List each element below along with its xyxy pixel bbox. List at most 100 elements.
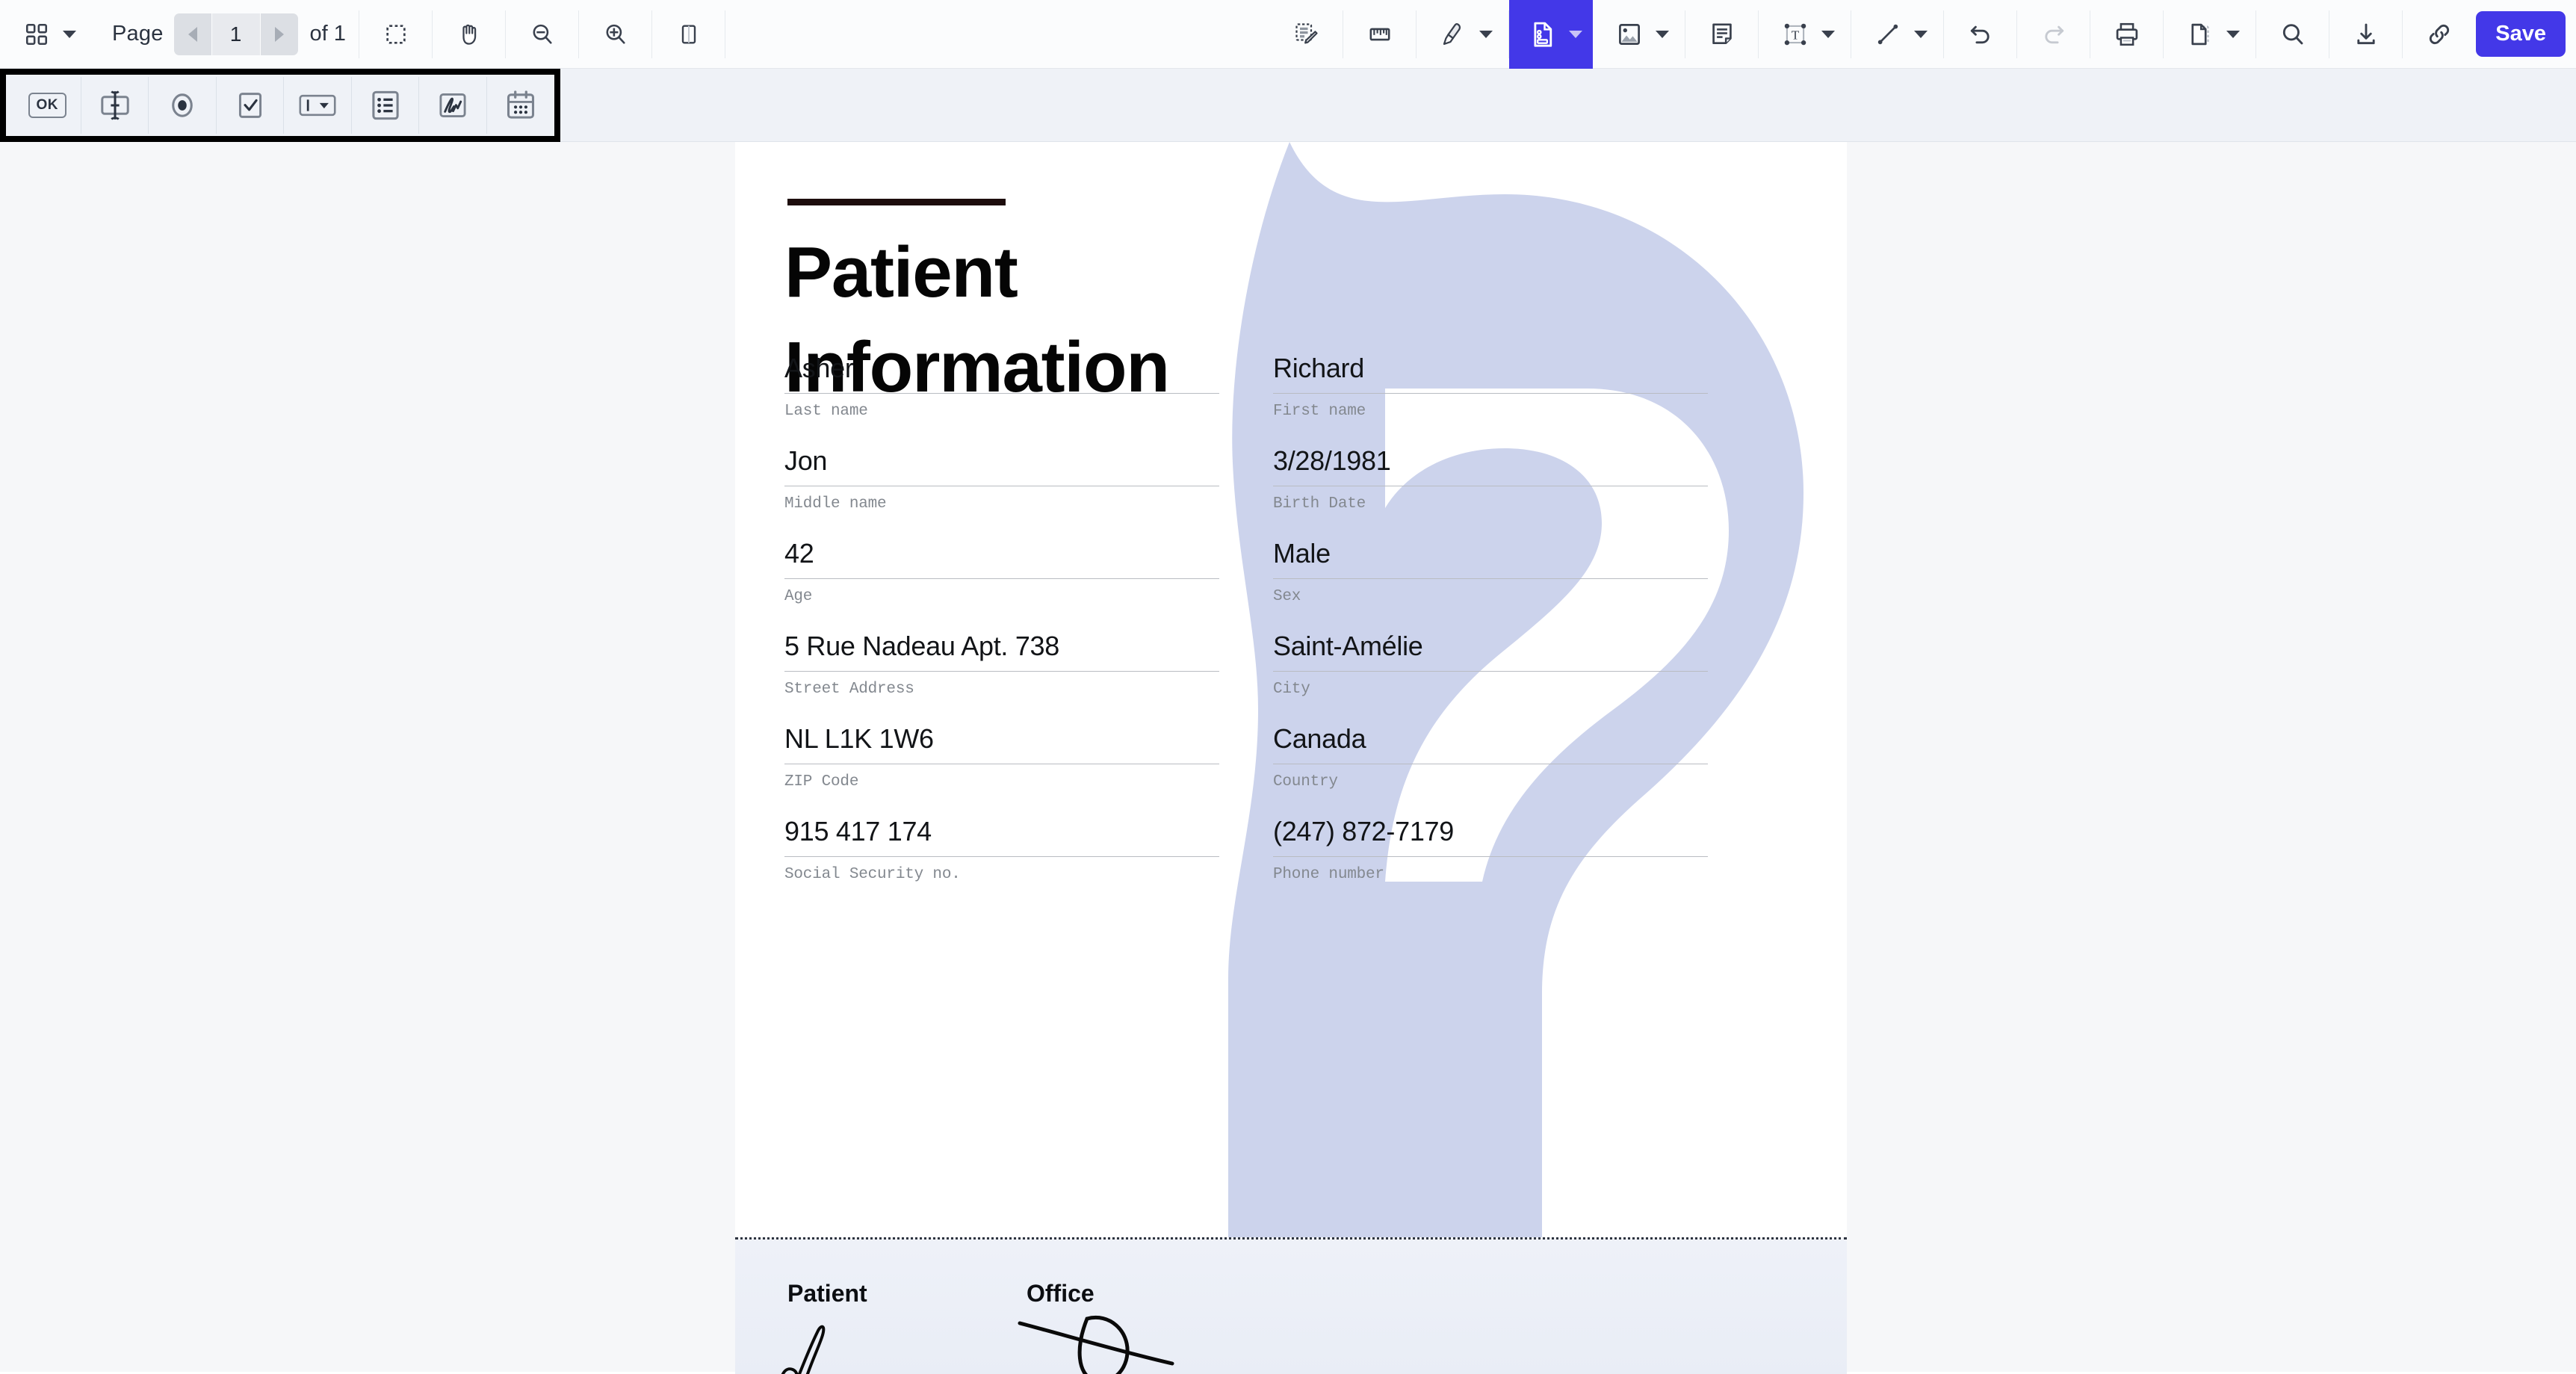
form-field-label: ZIP Code: [784, 773, 1219, 790]
image-tool-button[interactable]: [1606, 11, 1653, 58]
dropdown-icon: [298, 90, 337, 120]
form-field[interactable]: JonMiddle name: [784, 445, 1219, 513]
text-field-tool[interactable]: [81, 75, 149, 135]
office-signature-mark[interactable]: [1015, 1311, 1254, 1374]
line-caret-button[interactable]: [1911, 0, 1931, 69]
form-field[interactable]: Saint-AmélieCity: [1273, 631, 1708, 698]
date-field-tool[interactable]: [487, 75, 555, 135]
form-field-value[interactable]: Saint-Amélie: [1273, 631, 1708, 671]
annotate-tool-button[interactable]: [1284, 11, 1330, 58]
form-field-label: Sex: [1273, 588, 1708, 605]
form-field[interactable]: 3/28/1981Birth Date: [1273, 445, 1708, 513]
redo-button[interactable]: [2031, 11, 2077, 58]
radio-button-field-tool[interactable]: [149, 75, 217, 135]
zoom-out-icon: [530, 22, 555, 47]
image-caret-button[interactable]: [1653, 0, 1672, 69]
previous-page-button[interactable]: [174, 13, 211, 55]
form-field[interactable]: 42 Age: [784, 538, 1219, 605]
form-field[interactable]: AsherLast name: [784, 353, 1219, 420]
highlighter-tool-button[interactable]: [1430, 11, 1476, 58]
select-area-cell: [359, 0, 433, 69]
form-field-caret-button[interactable]: [1566, 0, 1585, 69]
page-manage-button[interactable]: [2177, 11, 2223, 58]
dropdown-field-tool[interactable]: [284, 75, 352, 135]
page-number-input[interactable]: [212, 13, 260, 55]
form-field[interactable]: Male Sex: [1273, 538, 1708, 605]
form-field-value[interactable]: Canada: [1273, 723, 1708, 764]
list-box-field-tool[interactable]: [352, 75, 420, 135]
form-field-value[interactable]: (247) 872-7179: [1273, 816, 1708, 856]
form-field-underline: [1273, 393, 1708, 394]
share-link-cell: [2403, 0, 2476, 69]
next-page-button[interactable]: [261, 13, 298, 55]
form-field-value[interactable]: Jon: [784, 445, 1219, 486]
form-field-value[interactable]: 42: [784, 538, 1219, 578]
form-field-label: Age: [784, 588, 1219, 605]
form-field-underline: [784, 856, 1219, 857]
form-field-value[interactable]: Richard: [1273, 353, 1708, 393]
redo-icon: [2040, 21, 2067, 48]
line-tool-button[interactable]: [1865, 11, 1911, 58]
measure-cell: [1343, 0, 1417, 69]
text-box-icon: T: [1782, 21, 1809, 48]
document-viewport[interactable]: Patient Information AsherLast nameRichar…: [0, 142, 2576, 1372]
download-button[interactable]: [2343, 11, 2389, 58]
form-field-value[interactable]: Male: [1273, 538, 1708, 578]
form-field[interactable]: Canada Country: [1273, 723, 1708, 790]
form-field[interactable]: 915 417 174Social Security no.: [784, 816, 1219, 883]
text-box-cell: T: [1759, 0, 1851, 69]
zoom-out-tool-button[interactable]: [519, 11, 566, 58]
form-field-value[interactable]: 915 417 174: [784, 816, 1219, 856]
document-page-2[interactable]: Patient Office: [735, 1240, 1847, 1374]
text-box-caret-button[interactable]: [1818, 0, 1838, 69]
document-page-1[interactable]: Patient Information AsherLast nameRichar…: [735, 142, 1847, 1237]
form-field-tool-button[interactable]: [1520, 11, 1566, 58]
form-field[interactable]: RichardFirst name: [1273, 353, 1708, 420]
organize-pages-icon: [2187, 21, 2214, 48]
zoom-in-cell: [579, 0, 652, 69]
redo-cell: [2017, 0, 2090, 69]
form-field-value[interactable]: Asher: [784, 353, 1219, 393]
pan-hand-tool-button[interactable]: [446, 11, 492, 58]
list-box-icon: [368, 88, 403, 123]
patient-signature-mark[interactable]: [776, 1320, 970, 1374]
push-button-field-tool[interactable]: OK: [13, 75, 81, 135]
form-field[interactable]: 5 Rue Nadeau Apt. 738Street Address: [784, 631, 1219, 698]
note-tool-button[interactable]: [1699, 11, 1745, 58]
chevron-down-icon: [1914, 31, 1928, 38]
chevron-down-icon: [2226, 31, 2240, 38]
form-field-label: Phone number: [1273, 866, 1708, 883]
calendar-icon: [504, 88, 538, 123]
form-field-underline: [1273, 856, 1708, 857]
checkbox-field-tool[interactable]: [217, 75, 285, 135]
marquee-select-icon: [383, 22, 409, 47]
thumbnails-caret-button[interactable]: [60, 0, 79, 69]
signature-field-tool[interactable]: [419, 75, 487, 135]
form-field-value[interactable]: 3/28/1981: [1273, 445, 1708, 486]
undo-button[interactable]: [1957, 11, 2004, 58]
zoom-in-tool-button[interactable]: [592, 11, 639, 58]
page-navigation: Page of 1: [93, 0, 359, 69]
highlighter-caret-button[interactable]: [1476, 0, 1496, 69]
download-icon: [2353, 21, 2380, 48]
search-button[interactable]: [2270, 11, 2316, 58]
form-field-label: Country: [1273, 773, 1708, 790]
page-nav-group: [174, 13, 298, 55]
select-area-tool-button[interactable]: [373, 11, 419, 58]
share-link-button[interactable]: [2416, 11, 2462, 58]
form-field[interactable]: (247) 872-7179 Phone number: [1273, 816, 1708, 883]
page-manage-cell: [2164, 0, 2256, 69]
print-button[interactable]: [2104, 11, 2150, 58]
save-button[interactable]: Save: [2476, 11, 2566, 57]
form-field-value[interactable]: 5 Rue Nadeau Apt. 738: [784, 631, 1219, 671]
form-field[interactable]: NL L1K 1W6 ZIP Code: [784, 723, 1219, 790]
page-title-line-1: Patient: [784, 226, 1382, 321]
chevron-down-icon: [63, 31, 76, 38]
form-field-value[interactable]: NL L1K 1W6: [784, 723, 1219, 764]
page-label: Page: [112, 22, 164, 46]
text-box-tool-button[interactable]: T: [1772, 11, 1818, 58]
page-manage-caret-button[interactable]: [2223, 0, 2243, 69]
thumbnails-button[interactable]: [13, 11, 60, 58]
page-layout-tool-button[interactable]: [666, 11, 712, 58]
measure-tool-button[interactable]: [1357, 11, 1403, 58]
